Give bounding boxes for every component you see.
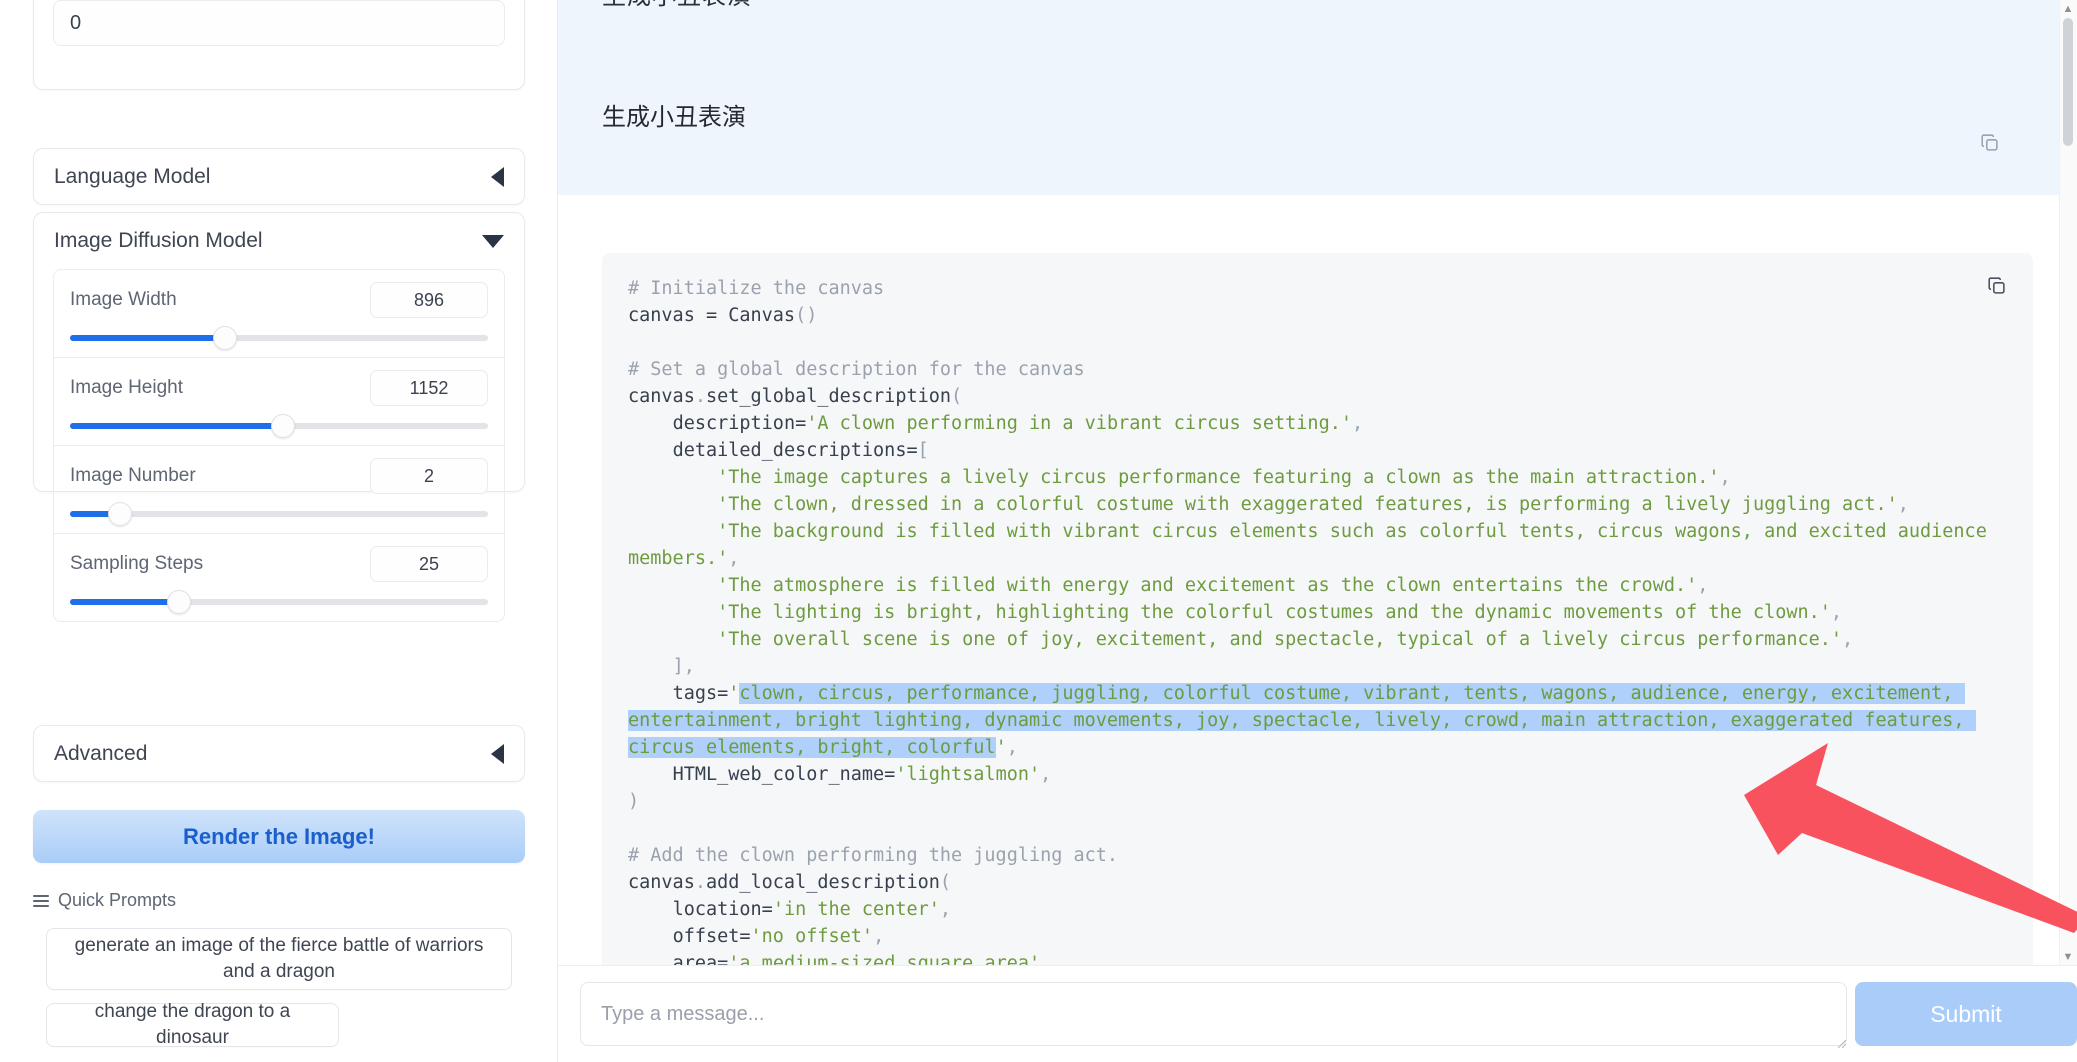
sampling-steps-value[interactable]: 25 [370, 546, 488, 582]
slider-list: Image Width 896 Image Height 1152 Image … [53, 269, 505, 622]
user-message-clipped-text: 生成小丑表演 [602, 0, 752, 11]
triangle-down-icon [482, 234, 504, 248]
triangle-left-icon [491, 166, 504, 187]
chat-scrollbar-gutter[interactable]: ▲ ▼ [2059, 0, 2077, 965]
assistant-message: # Initialize the canvas canvas = Canvas(… [558, 195, 2077, 966]
submit-button[interactable]: Submit [1855, 982, 2077, 1046]
image-height-value[interactable]: 1152 [370, 370, 488, 406]
message-input[interactable] [580, 982, 1847, 1046]
code-content: # Initialize the canvas canvas = Canvas(… [628, 278, 1998, 966]
quick-prompt-item[interactable]: generate an image of the fierce battle o… [46, 928, 512, 990]
image-height-label: Image Height [70, 377, 184, 398]
slider-row-sampling-steps: Sampling Steps 25 [54, 534, 504, 621]
resize-grip-icon[interactable] [1835, 1036, 1847, 1049]
quick-prompts-label: Quick Prompts [58, 890, 177, 910]
slider-row-image-height: Image Height 1152 [54, 358, 504, 446]
code-block: # Initialize the canvas canvas = Canvas(… [602, 253, 2033, 966]
accordion-language-model[interactable]: Language Model [33, 148, 525, 205]
user-message-text: 生成小丑表演 [602, 103, 746, 131]
accordion-image-diffusion-model[interactable]: Image Diffusion Model [34, 213, 524, 269]
user-message-bubble: 生成小丑表演 生成小丑表演 [558, 0, 2077, 195]
image-diffusion-model-panel: Image Diffusion Model Image Width 896 Im… [33, 212, 525, 622]
render-image-button[interactable]: Render the Image! [33, 810, 525, 863]
chat-scroll-area[interactable]: 生成小丑表演 生成小丑表演 [558, 0, 2077, 966]
copy-icon[interactable] [1986, 275, 2008, 297]
chat-main: 生成小丑表演 生成小丑表演 [558, 0, 2077, 1062]
image-width-label: Image Width [70, 289, 177, 310]
assistant-message-toolbar [602, 195, 2033, 253]
image-width-value[interactable]: 896 [370, 282, 488, 318]
accordion-advanced[interactable]: Advanced [33, 725, 525, 782]
accordion-image-diffusion-model-label: Image Diffusion Model [54, 229, 263, 252]
image-height-slider[interactable] [70, 414, 488, 438]
list-icon [33, 894, 49, 907]
copy-icon[interactable] [1979, 132, 2001, 154]
sampling-steps-slider[interactable] [70, 590, 488, 614]
user-message-clipped-row: 生成小丑表演 [558, 0, 2077, 67]
slider-row-image-width: Image Width 896 [54, 270, 504, 358]
triangle-left-icon [491, 743, 504, 764]
app-root: Random Seed Language Model Image Diffusi… [0, 0, 2077, 1062]
quick-prompts-header: Quick Prompts [33, 890, 176, 911]
composer-bar: Submit [558, 966, 2077, 1062]
quick-prompt-item[interactable]: change the dragon to a dinosaur [46, 1001, 339, 1048]
image-number-slider[interactable] [70, 502, 488, 526]
random-seed-input[interactable] [53, 0, 505, 46]
scroll-up-arrow-icon[interactable]: ▲ [2061, 2, 2075, 16]
user-message-row: 生成小丑表演 [558, 42, 2077, 195]
random-seed-group: Random Seed [33, 0, 525, 90]
sampling-steps-label: Sampling Steps [70, 553, 204, 574]
image-number-value[interactable]: 2 [370, 458, 488, 494]
accordion-language-model-label: Language Model [54, 164, 211, 188]
settings-sidebar: Random Seed Language Model Image Diffusi… [0, 0, 558, 1062]
slider-row-image-number: Image Number 2 [54, 446, 504, 534]
image-width-slider[interactable] [70, 326, 488, 350]
chat-scrollbar-thumb[interactable] [2063, 18, 2073, 146]
image-number-label: Image Number [70, 465, 196, 486]
accordion-advanced-label: Advanced [54, 741, 148, 765]
scroll-down-arrow-icon[interactable]: ▼ [2061, 950, 2075, 964]
